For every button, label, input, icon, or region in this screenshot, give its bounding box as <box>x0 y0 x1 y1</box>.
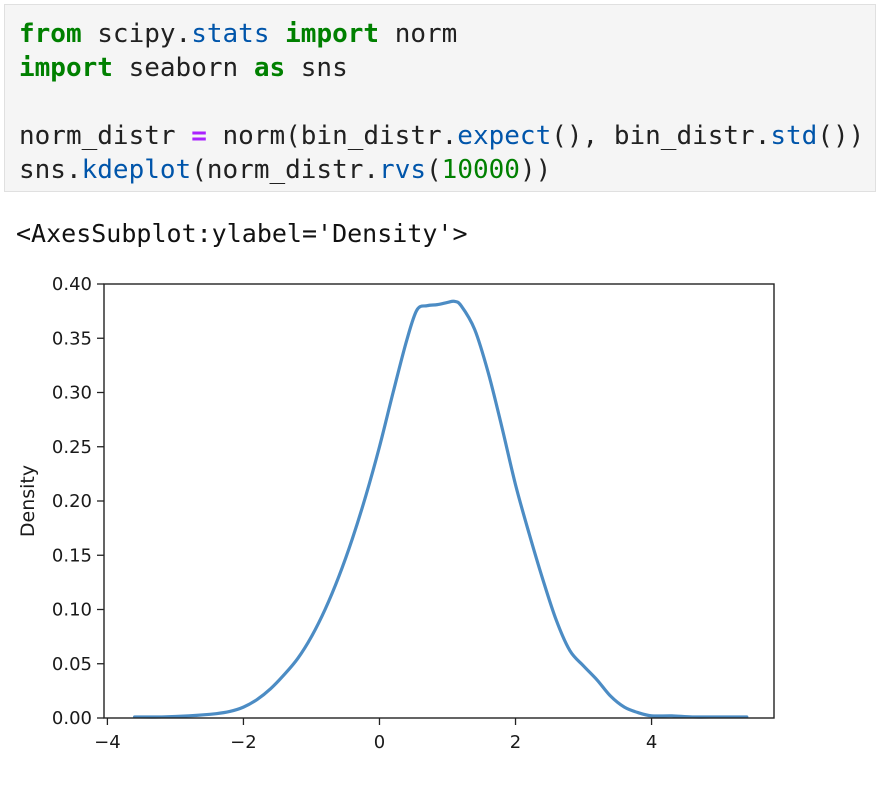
code-line: norm_distr = norm(bin_distr.expect(), bi… <box>19 119 875 153</box>
code-token: seaborn <box>112 53 254 83</box>
kde-plot-svg: 0.00 0.05 0.10 0.15 0.20 0.25 0.30 0.35 0.40 −4 −2… <box>17 274 775 753</box>
x-tick-label: 0 <box>374 732 385 753</box>
kde-curve-line <box>133 299 749 719</box>
code-line: sns.kdeplot(norm_distr.rvs(10000)) <box>19 153 875 187</box>
kde-plot: 0.00 0.05 0.10 0.15 0.20 0.25 0.30 0.35 0.40 −4 −2… <box>0 268 880 778</box>
code-cell[interactable]: from scipy.stats import norm import seabo… <box>4 4 876 192</box>
code-token: import <box>285 19 380 49</box>
code-token: rvs <box>379 155 427 185</box>
code-line: import seaborn as sns <box>19 51 875 85</box>
x-tick-label: 2 <box>510 732 521 753</box>
code-token: (norm_distr. <box>191 155 380 185</box>
y-tick-label: 0.25 <box>52 437 92 458</box>
code-token: sns <box>285 53 348 83</box>
code-token: = <box>191 121 207 151</box>
y-tick-label: 0.05 <box>52 654 92 675</box>
axes-frame <box>103 283 775 719</box>
x-tick-label: 4 <box>646 732 657 753</box>
code-token: norm(bin_distr. <box>206 121 458 151</box>
code-token: kdeplot <box>81 155 192 185</box>
y-tick-label: 0.35 <box>52 328 92 349</box>
y-tick-label: 0.30 <box>52 383 92 404</box>
y-tick-label: 0.40 <box>52 274 92 295</box>
y-tick-label: 0.20 <box>52 491 92 512</box>
code-token: (), bin_distr. <box>551 121 771 151</box>
code-token: norm <box>379 19 458 49</box>
x-tick-label: −2 <box>230 732 257 753</box>
code-token: import <box>19 53 113 83</box>
code-token: 10000 <box>441 155 520 185</box>
code-token: scipy. <box>81 19 192 49</box>
code-token: from <box>19 19 82 49</box>
code-token: sns. <box>19 155 82 185</box>
code-token: norm_distr <box>19 121 192 151</box>
code-token: expect <box>457 121 552 151</box>
code-token: stats <box>191 19 270 49</box>
output-repr-text: <AxesSubplot:ylabel='Density'> <box>16 219 468 248</box>
code-token: ()) <box>817 121 865 151</box>
code-editor[interactable]: from scipy.stats import norm import seabo… <box>19 17 875 187</box>
code-line: from scipy.stats import norm <box>19 17 875 51</box>
code-token: ( <box>426 155 442 185</box>
y-tick-label: 0.00 <box>52 708 92 729</box>
y-tick-label: 0.15 <box>52 545 92 566</box>
y-axis-label: Density <box>17 465 39 537</box>
x-tick-label: −4 <box>94 732 121 753</box>
y-tick-label: 0.10 <box>52 600 92 621</box>
code-token: std <box>770 121 818 151</box>
code-token: as <box>253 53 286 83</box>
code-token: )) <box>519 155 552 185</box>
